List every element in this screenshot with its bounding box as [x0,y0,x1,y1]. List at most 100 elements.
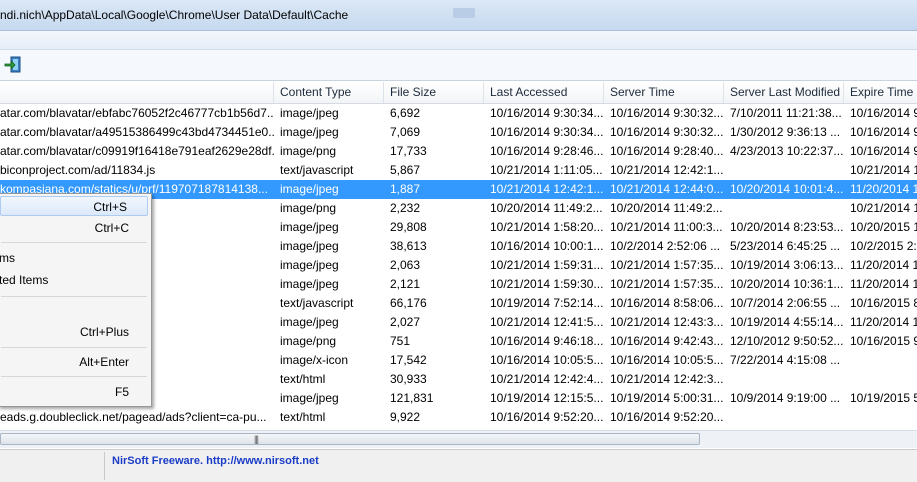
table-row[interactable]: atar.com/blavatar/a49515386499c43bd47344… [0,123,917,142]
column-header-filename[interactable] [0,82,274,103]
cell-file-size: 17,733 [390,144,427,158]
cell-server-time: 10/16/2014 9:42:43... [610,334,724,348]
cell-expire-time [844,370,917,389]
cell-file-size: 2,232 [390,201,421,215]
cell-file-size: 6,692 [390,106,421,120]
cell-expire-time: 10/2/2015 2: [850,239,917,253]
cell-server-last-modified: 10/7/2014 2:06:55 ... [730,296,841,310]
column-header-expire-time[interactable]: Expire Time [844,82,917,103]
cell-content-type: text/html [280,372,326,386]
table-row[interactable]: atar.com/blavatar/ebfabc76052f2c46777cb1… [0,104,917,123]
cell-server-last-modified [724,199,844,218]
cell-server-time: 10/21/2014 12:42:1... [610,163,724,177]
cell-last-accessed: 10/20/2014 11:49:2... [490,201,603,215]
cell-server-time: 10/21/2014 1:57:35... [610,277,724,291]
cell-file-size: 2,027 [390,315,421,329]
cell-server-last-modified [724,161,844,180]
cell-server-time: 10/21/2014 12:44:0... [610,182,724,196]
cell-last-accessed: 10/21/2014 1:11:05... [490,163,603,177]
cell-file-size: 7,069 [390,125,421,139]
cell-last-accessed: 10/16/2014 9:28:46... [490,144,604,158]
cell-content-type: text/javascript [280,296,354,310]
cell-content-type: image/jpeg [280,182,339,196]
menu-item-refresh[interactable]: F5 [0,382,149,402]
context-menu: Ctrl+S Ctrl+C ms ted Items Ctrl+Plus Alt… [0,193,152,407]
cell-expire-time: 10/16/2014 9 [850,125,917,139]
cell-file-size: 38,613 [390,239,427,253]
table-row[interactable]: atar.com/blavatar/c09919f16418e791eaf262… [0,142,917,161]
cell-server-last-modified: 10/20/2014 10:01:4... [730,182,844,196]
table-row[interactable]: eads.g.doubleclick.net/pagead/ads?client… [0,408,917,427]
cell-file-size: 30,933 [390,372,427,386]
cell-filename: biconproject.com/ad/11834.js [0,163,156,177]
cell-content-type: image/jpeg [280,220,339,234]
cell-server-last-modified: 5/23/2014 6:45:25 ... [730,239,841,253]
column-header-last-accessed[interactable]: Last Accessed [484,82,604,103]
menu-item-shortcut: Ctrl+Plus [79,325,129,339]
nirsoft-link[interactable]: NirSoft Freeware. http://www.nirsoft.net [112,455,319,467]
menu-item-shortcut: Ctrl+S [93,200,127,214]
table-row[interactable]: biconproject.com/ad/11834.js text/javascr… [0,161,917,180]
exit-icon[interactable] [3,55,23,75]
cell-server-time: 10/2/2014 2:52:06 ... [610,239,721,253]
cell-file-size: 751 [390,334,411,348]
column-header-file-size[interactable]: File Size [384,82,484,103]
scrollbar-thumb[interactable]: ||| [0,433,700,445]
title-bar: ndi.nich\AppData\Local\Google\Chrome\Use… [0,0,917,31]
column-header-content-type[interactable]: Content Type [274,82,384,103]
cell-file-size: 5,867 [390,163,421,177]
cell-filename: eads.g.doubleclick.net/pagead/ads?client… [0,410,267,424]
cell-last-accessed: 10/16/2014 10:05:5... [490,353,604,367]
column-header-row: Content Type File Size Last Accessed Ser… [0,82,917,104]
column-header-server-time[interactable]: Server Time [604,82,724,103]
cell-expire-time: 10/19/2015 5 [850,391,917,405]
cell-last-accessed: 10/16/2014 9:30:34... [490,125,604,139]
cell-server-last-modified: 10/20/2014 10:36:1... [730,277,844,291]
cell-server-time: 10/16/2014 9:30:32... [610,125,724,139]
cell-server-time: 10/16/2014 9:52:20... [610,410,724,424]
horizontal-scrollbar[interactable]: ||| [0,430,917,448]
cell-file-size: 2,063 [390,258,421,272]
cell-expire-time: 10/21/2014 1 [850,163,917,177]
cell-server-time: 10/16/2014 8:58:06... [610,296,724,310]
menu-item-properties[interactable]: Alt+Enter [0,352,149,372]
cell-content-type: image/jpeg [280,315,339,329]
status-bar: NirSoft Freeware. http://www.nirsoft.net [0,449,917,482]
cell-server-time: 10/21/2014 11:00:3... [610,220,723,234]
cell-file-size: 1,887 [390,182,421,196]
cell-last-accessed: 10/21/2014 12:41:5... [490,315,604,329]
cell-expire-time: 10/20/2015 1 [850,220,917,234]
cell-content-type: image/jpeg [280,125,339,139]
menu-item-auto-size-columns[interactable]: Ctrl+Plus [0,322,149,342]
cell-server-last-modified [724,370,844,389]
cell-content-type: image/png [280,334,337,348]
cell-last-accessed: 10/21/2014 1:58:20... [490,220,604,234]
cell-server-time: 10/21/2014 12:43:3... [610,315,724,329]
cell-server-last-modified [724,408,844,427]
cell-server-time: 10/20/2014 11:49:2... [610,201,723,215]
cell-content-type: image/jpeg [280,277,339,291]
cell-last-accessed: 10/16/2014 9:30:34... [490,106,604,120]
menu-item-shortcut: Ctrl+C [94,221,129,235]
cell-expire-time: 11/20/2014 1 [850,315,917,329]
cell-server-last-modified: 4/23/2013 10:22:37... [730,144,844,158]
cell-filename: atar.com/blavatar/ebfabc76052f2c46777cb1… [0,106,274,120]
cell-server-time: 10/21/2014 12:42:3... [610,372,724,386]
menu-item-copy[interactable]: Ctrl+C [0,218,149,238]
menu-item-save[interactable]: Ctrl+S [0,196,148,216]
menu-bar [0,31,917,50]
menu-item-items[interactable]: ms [0,248,149,268]
cell-last-accessed: 10/21/2014 12:42:4... [490,372,604,386]
menu-item-label: ted Items [0,273,49,287]
cell-content-type: image/jpeg [280,106,339,120]
cell-content-type: text/html [280,410,326,424]
cell-server-last-modified: 10/19/2014 4:55:14... [730,315,844,329]
cell-server-time: 10/19/2014 5:00:31... [610,391,724,405]
cell-content-type: image/x-icon [280,353,349,367]
column-header-server-last-modified[interactable]: Server Last Modified [724,82,844,103]
cell-file-size: 9,922 [390,410,421,424]
menu-item-selected-items[interactable]: ted Items [0,270,149,290]
cell-expire-time: 10/16/2014 9 [850,144,917,158]
cell-file-size: 121,831 [390,391,434,405]
cell-server-time: 10/16/2014 10:05:5... [610,353,724,367]
